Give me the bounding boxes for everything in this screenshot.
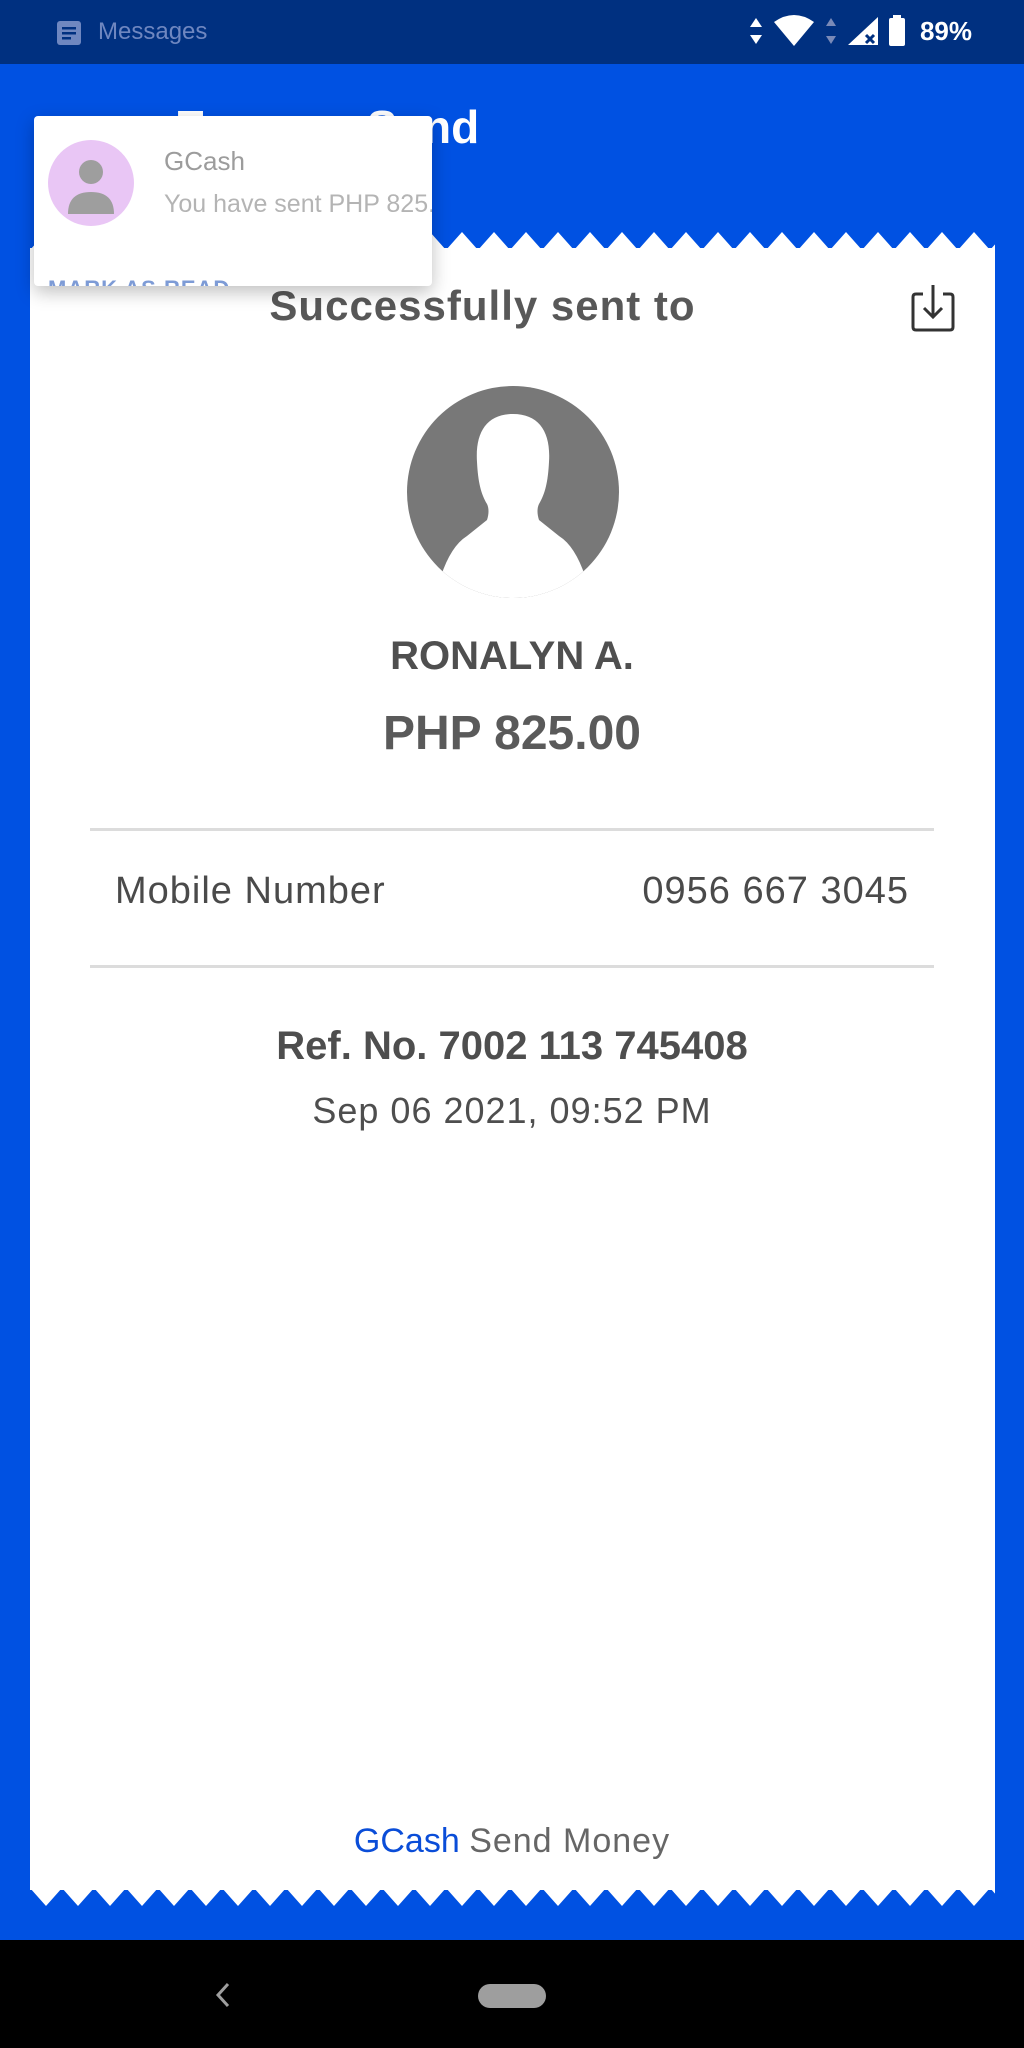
reference-number: Ref. No. 7002 113 745408	[276, 1024, 748, 1068]
footer-service: Send Money	[469, 1822, 671, 1860]
receipt-footer: GCash Send Money	[0, 1822, 1024, 1861]
home-pill-icon[interactable]	[478, 1984, 546, 2008]
receipt-zigzag-bottom	[30, 1888, 995, 1906]
notification-app-label: Messages	[98, 18, 208, 45]
signal-icon	[847, 17, 878, 45]
success-title: Successfully sent to	[269, 282, 696, 329]
detail-label: Mobile Number	[115, 870, 386, 912]
notification-app-name: GCash	[164, 146, 245, 176]
mark-as-read-button[interactable]: MARK AS READ	[48, 276, 230, 286]
detail-value: 0956 667 3045	[642, 870, 909, 912]
notification-popup[interactable]: GCash You have sent PHP 825.00 MARK AS R…	[34, 116, 432, 286]
battery-icon	[888, 15, 905, 46]
footer-brand: GCash	[353, 1822, 460, 1860]
status-bar: Messages 89%	[0, 0, 1024, 64]
divider	[90, 828, 934, 831]
data-arrows-icon-2	[825, 18, 836, 44]
divider-2	[90, 965, 934, 968]
back-chevron-icon[interactable]	[208, 1978, 238, 2012]
notification-text: You have sent PHP 825.00	[164, 190, 432, 218]
wifi-icon	[773, 15, 814, 46]
data-arrows-icon	[749, 18, 762, 44]
navigation-bar	[0, 1940, 1024, 2048]
timestamp: Sep 06 2021, 09:52 PM	[312, 1090, 712, 1131]
download-icon[interactable]	[910, 282, 956, 332]
recipient-name: RONALYN A.	[390, 634, 634, 678]
battery-percent: 89%	[919, 15, 972, 46]
messages-icon	[57, 21, 81, 45]
status-icons: 89%	[748, 14, 972, 48]
contact-avatar-icon	[48, 140, 134, 226]
amount: PHP 825.00	[383, 707, 641, 760]
recipient-avatar	[407, 386, 619, 598]
